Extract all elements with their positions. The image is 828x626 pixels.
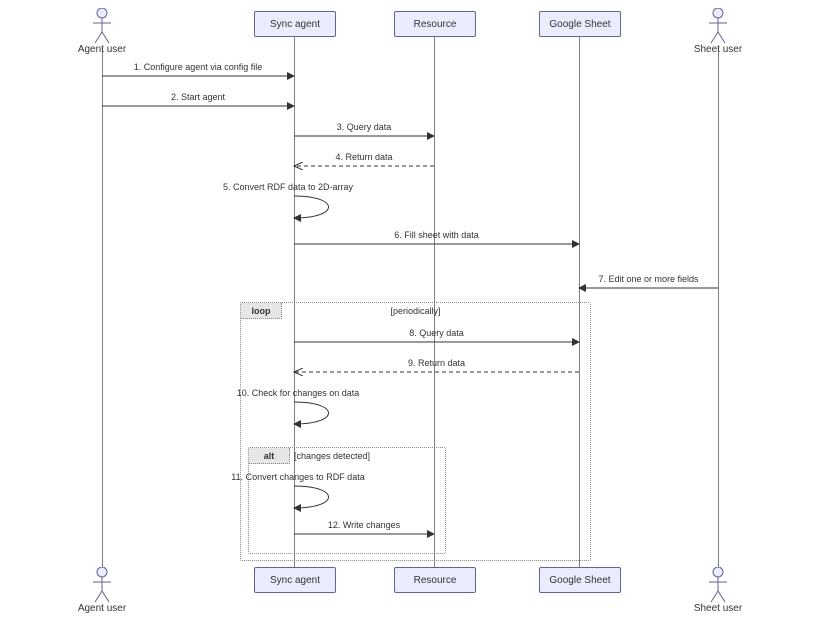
participant-label: Sheet user: [688, 603, 748, 614]
participant-label: Google Sheet: [549, 19, 610, 30]
msg-6-label: 6. Fill sheet with data: [294, 230, 579, 240]
participant-sync-agent-bottom: Sync agent: [254, 567, 336, 593]
participant-label: Resource: [414, 575, 457, 586]
lifeline-agent-user: [102, 48, 103, 567]
msg-4-label: 4. Return data: [294, 152, 434, 162]
frame-loop-label: loop: [241, 303, 282, 319]
msg-1-label: 1. Configure agent via config file: [102, 62, 294, 72]
person-icon: [709, 8, 727, 44]
msg-9-label: 9. Return data: [294, 358, 579, 368]
actor-agent-user-top: Agent user: [72, 8, 132, 55]
msg-5-label: 5. Convert RDF data to 2D-array: [198, 182, 378, 192]
frame-alt: alt [changes detected]: [248, 447, 446, 554]
person-icon: [93, 567, 111, 603]
participant-label: Sync agent: [270, 575, 320, 586]
msg-7-label: 7. Edit one or more fields: [579, 274, 718, 284]
frame-alt-label: alt: [249, 448, 290, 464]
participant-label: Google Sheet: [549, 575, 610, 586]
msg-10-label: 10. Check for changes on data: [218, 388, 378, 398]
participant-label: Resource: [414, 19, 457, 30]
msg-11-label: 11. Convert changes to RDF data: [218, 472, 378, 482]
participant-label: Agent user: [72, 44, 132, 55]
participant-google-sheet-bottom: Google Sheet: [539, 567, 621, 593]
participant-resource-top: Resource: [394, 11, 476, 37]
actor-sheet-user-top: Sheet user: [688, 8, 748, 55]
participant-label: Sheet user: [688, 44, 748, 55]
msg-12-label: 12. Write changes: [294, 520, 434, 530]
person-icon: [709, 567, 727, 603]
person-icon: [93, 8, 111, 44]
participant-label: Sync agent: [270, 19, 320, 30]
msg-8-label: 8. Query data: [294, 328, 579, 338]
actor-agent-user-bottom: Agent user: [72, 567, 132, 614]
msg-2-label: 2. Start agent: [102, 92, 294, 102]
participant-resource-bottom: Resource: [394, 567, 476, 593]
frame-loop-guard: [periodically]: [390, 303, 440, 318]
participant-google-sheet-top: Google Sheet: [539, 11, 621, 37]
actor-sheet-user-bottom: Sheet user: [688, 567, 748, 614]
participant-sync-agent-top: Sync agent: [254, 11, 336, 37]
msg-3-label: 3. Query data: [294, 122, 434, 132]
participant-label: Agent user: [72, 603, 132, 614]
lifeline-sheet-user: [718, 48, 719, 567]
frame-alt-guard: [changes detected]: [294, 448, 370, 463]
